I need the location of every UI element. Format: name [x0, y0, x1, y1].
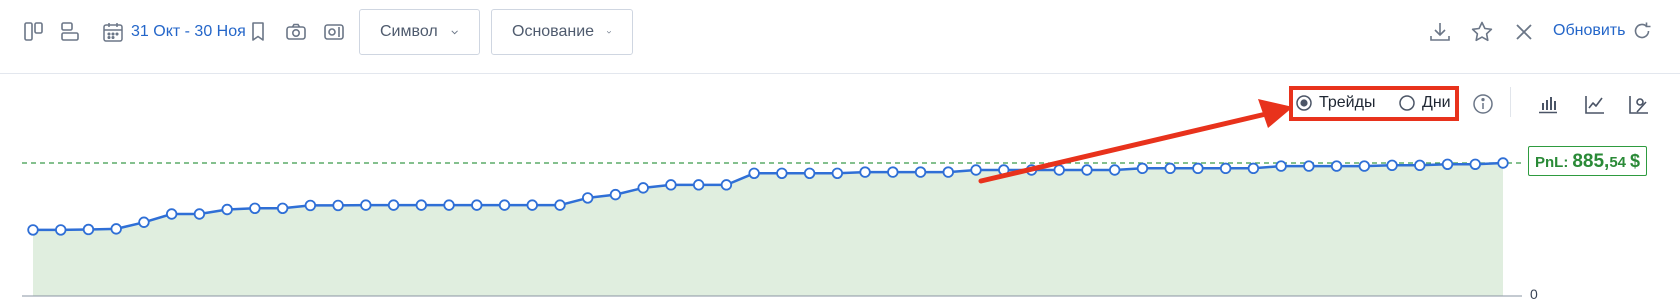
- y-tick-label: 0: [1530, 286, 1538, 302]
- data-point: [526, 199, 538, 211]
- controls-divider: [1510, 87, 1511, 117]
- data-point: [1441, 158, 1454, 170]
- data-point: [1414, 159, 1426, 172]
- pnl-currency: $: [1630, 151, 1641, 171]
- data-point: [55, 224, 67, 236]
- data-point: [1081, 164, 1093, 176]
- data-point: [970, 164, 982, 176]
- data-point: [1330, 160, 1343, 172]
- radio-trades-label: Трейды: [1319, 94, 1376, 111]
- data-point: [1108, 164, 1121, 176]
- radio-unselected-icon: [1399, 95, 1415, 111]
- data-point: [1053, 164, 1065, 176]
- data-point: [1275, 160, 1287, 172]
- data-point: [471, 199, 483, 211]
- bar-chart-icon[interactable]: [1536, 92, 1560, 116]
- data-point: [1136, 162, 1149, 175]
- pnl-decimal: 54: [1609, 154, 1626, 171]
- pnl-chart: [22, 99, 1525, 297]
- data-point: [415, 199, 428, 211]
- data-point: [27, 224, 39, 236]
- info-icon[interactable]: [1471, 92, 1495, 116]
- data-point: [1303, 160, 1315, 172]
- data-point: [360, 199, 372, 211]
- data-point: [138, 216, 150, 228]
- data-point: [859, 166, 871, 178]
- data-point: [665, 179, 677, 191]
- data-point: [1164, 162, 1176, 175]
- data-point: [1469, 158, 1481, 170]
- data-point: [193, 208, 206, 220]
- data-point: [304, 199, 317, 212]
- line-chart-icon[interactable]: [1583, 92, 1607, 116]
- data-point: [609, 188, 622, 201]
- pnl-integer: 885,: [1572, 151, 1610, 172]
- data-point: [82, 223, 95, 236]
- data-point: [443, 199, 455, 211]
- data-point: [110, 223, 122, 235]
- scatter-chart-icon[interactable]: [1627, 92, 1651, 116]
- data-point: [887, 166, 899, 178]
- pnl-badge: PnL: 885, 54 $: [1528, 146, 1648, 176]
- data-point: [692, 179, 705, 191]
- data-point: [554, 199, 566, 211]
- data-point: [387, 199, 400, 211]
- radio-days-label: Дни: [1422, 94, 1451, 111]
- data-point: [803, 167, 816, 179]
- data-point: [165, 208, 178, 220]
- data-point: [332, 199, 344, 212]
- radio-trades[interactable]: Трейды: [1295, 94, 1375, 112]
- radio-days[interactable]: Дни: [1398, 94, 1451, 112]
- data-point: [942, 166, 954, 178]
- annotation-arrowhead: [1258, 99, 1293, 128]
- data-point: [1247, 162, 1260, 175]
- pnl-area: [33, 163, 1503, 296]
- data-point: [1497, 157, 1509, 169]
- pnl-label: PnL:: [1535, 154, 1569, 171]
- data-point: [1219, 162, 1232, 175]
- data-point: [776, 167, 788, 179]
- data-point: [276, 202, 289, 214]
- data-point: [637, 182, 649, 194]
- data-point: [498, 199, 511, 211]
- data-point: [720, 179, 733, 191]
- data-point: [221, 203, 233, 216]
- data-point: [1358, 160, 1371, 172]
- data-point: [582, 192, 594, 204]
- data-point: [914, 166, 927, 178]
- data-point: [748, 167, 760, 179]
- data-point: [831, 167, 844, 179]
- data-point: [1386, 159, 1398, 172]
- data-point: [249, 202, 261, 214]
- radio-selected-icon: [1296, 95, 1312, 111]
- data-point: [1192, 162, 1204, 175]
